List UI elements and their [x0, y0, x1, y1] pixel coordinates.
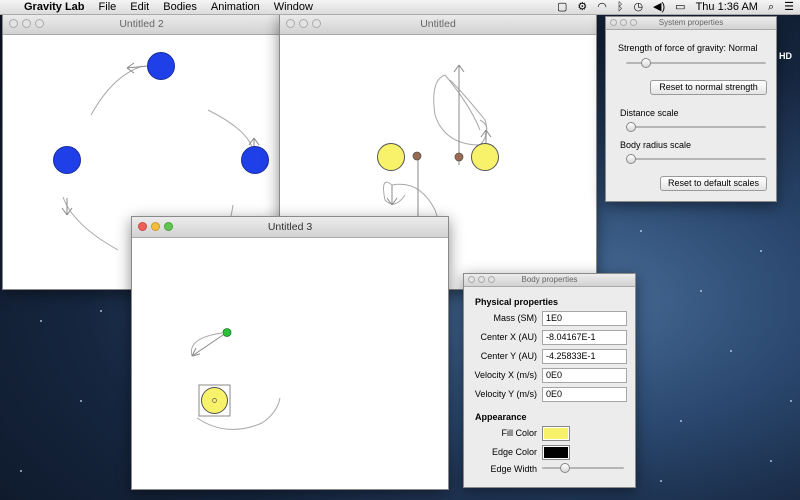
- minimize-button[interactable]: [151, 222, 160, 231]
- menu-bar: Gravity Lab File Edit Bodies Animation W…: [0, 0, 800, 15]
- menu-animation[interactable]: Animation: [211, 0, 260, 14]
- window-untitled-3: Untitled 3: [131, 216, 449, 490]
- zoom-button[interactable]: [488, 276, 495, 283]
- velocity-x-label: Velocity X (m/s): [474, 370, 537, 380]
- distance-scale-slider[interactable]: [626, 122, 766, 132]
- body-brown-left[interactable]: [412, 151, 422, 161]
- velocity-x-field[interactable]: 0E0: [542, 368, 627, 383]
- mass-field[interactable]: 1E0: [542, 311, 627, 326]
- body-yellow-selected[interactable]: [201, 387, 228, 414]
- body-yellow-left[interactable]: [377, 143, 405, 171]
- minimize-button[interactable]: [620, 19, 627, 26]
- body-radius-scale-label: Body radius scale: [620, 140, 692, 150]
- window-title: Untitled: [420, 18, 456, 30]
- window-titlebar[interactable]: Untitled 3: [132, 217, 448, 238]
- menu-window[interactable]: Window: [274, 0, 313, 14]
- center-y-label: Center Y (AU): [480, 351, 537, 361]
- mass-label: Mass (SM): [493, 313, 538, 323]
- edge-color-swatch: [544, 447, 568, 458]
- slider-knob[interactable]: [626, 154, 636, 164]
- minimize-button[interactable]: [22, 19, 31, 28]
- hd-label: HD: [779, 51, 792, 61]
- minimize-button[interactable]: [299, 19, 308, 28]
- status-square-icon[interactable]: ▢: [557, 0, 567, 14]
- bluetooth-icon[interactable]: ᛒ: [617, 0, 624, 14]
- panel-titlebar[interactable]: Body properties: [464, 274, 635, 287]
- notification-center-icon[interactable]: ☰: [784, 0, 794, 14]
- body-yellow-right[interactable]: [471, 143, 499, 171]
- panel-title: Body properties: [521, 275, 578, 284]
- fill-color-swatch: [544, 428, 568, 439]
- zoom-button[interactable]: [35, 19, 44, 28]
- body-green[interactable]: [222, 328, 232, 337]
- window-title: Untitled 3: [267, 221, 313, 233]
- volume-icon[interactable]: ◀): [653, 0, 665, 14]
- menu-edit[interactable]: Edit: [130, 0, 149, 14]
- panel-title: System properties: [658, 18, 724, 27]
- distance-scale-label: Distance scale: [620, 108, 679, 118]
- menu-bodies[interactable]: Bodies: [163, 0, 197, 14]
- window-title: Untitled 2: [119, 18, 164, 30]
- window-titlebar[interactable]: Untitled 2: [3, 14, 280, 35]
- center-x-label: Center X (AU): [480, 332, 537, 342]
- center-y-field[interactable]: -4.25833E-1: [542, 349, 627, 364]
- minimize-button[interactable]: [478, 276, 485, 283]
- panel-titlebar[interactable]: System properties: [606, 17, 776, 30]
- system-properties-panel: System properties Strength of force of g…: [605, 16, 777, 202]
- center-x-field[interactable]: -8.04167E-1: [542, 330, 627, 345]
- zoom-button[interactable]: [312, 19, 321, 28]
- reset-strength-button[interactable]: Reset to normal strength: [650, 80, 767, 95]
- menu-app-name[interactable]: Gravity Lab: [24, 0, 85, 14]
- slider-knob[interactable]: [560, 463, 570, 473]
- body-blue-left[interactable]: [53, 146, 81, 174]
- slider-knob[interactable]: [641, 58, 651, 68]
- physical-properties-heading: Physical properties: [475, 297, 559, 307]
- body-brown-right[interactable]: [454, 152, 464, 162]
- edge-width-slider[interactable]: [542, 463, 624, 473]
- gear-status-icon[interactable]: ⚙: [577, 0, 587, 14]
- close-button[interactable]: [9, 19, 18, 28]
- appearance-heading: Appearance: [475, 412, 527, 422]
- wifi-icon[interactable]: ◠: [597, 0, 607, 14]
- reset-scales-button[interactable]: Reset to default scales: [660, 176, 767, 191]
- edge-color-well[interactable]: [542, 445, 570, 460]
- simulation-canvas[interactable]: [132, 238, 448, 489]
- gravity-strength-label: Strength of force of gravity: Normal: [618, 43, 758, 53]
- gravity-strength-slider[interactable]: [626, 58, 766, 68]
- menu-file[interactable]: File: [99, 0, 117, 14]
- edge-color-label: Edge Color: [491, 447, 537, 457]
- spotlight-search-icon[interactable]: ⌕: [768, 0, 774, 14]
- close-button[interactable]: [138, 222, 147, 231]
- body-properties-panel: Body properties Physical properties Mass…: [463, 273, 636, 488]
- battery-icon[interactable]: ▭: [675, 0, 685, 14]
- velocity-y-label: Velocity Y (m/s): [474, 389, 537, 399]
- velocity-y-field[interactable]: 0E0: [542, 387, 627, 402]
- zoom-button[interactable]: [164, 222, 173, 231]
- edge-width-label: Edge Width: [490, 464, 537, 474]
- time-machine-icon[interactable]: ◷: [633, 0, 643, 14]
- body-blue-top[interactable]: [147, 52, 175, 80]
- body-radius-scale-slider[interactable]: [626, 154, 766, 164]
- close-button[interactable]: [610, 19, 617, 26]
- close-button[interactable]: [286, 19, 295, 28]
- window-titlebar[interactable]: Untitled: [280, 14, 596, 35]
- close-button[interactable]: [468, 276, 475, 283]
- clock[interactable]: Thu 1:36 AM: [696, 0, 758, 14]
- zoom-button[interactable]: [630, 19, 637, 26]
- fill-color-well[interactable]: [542, 426, 570, 441]
- slider-knob[interactable]: [626, 122, 636, 132]
- body-blue-right[interactable]: [241, 146, 269, 174]
- fill-color-label: Fill Color: [501, 428, 537, 438]
